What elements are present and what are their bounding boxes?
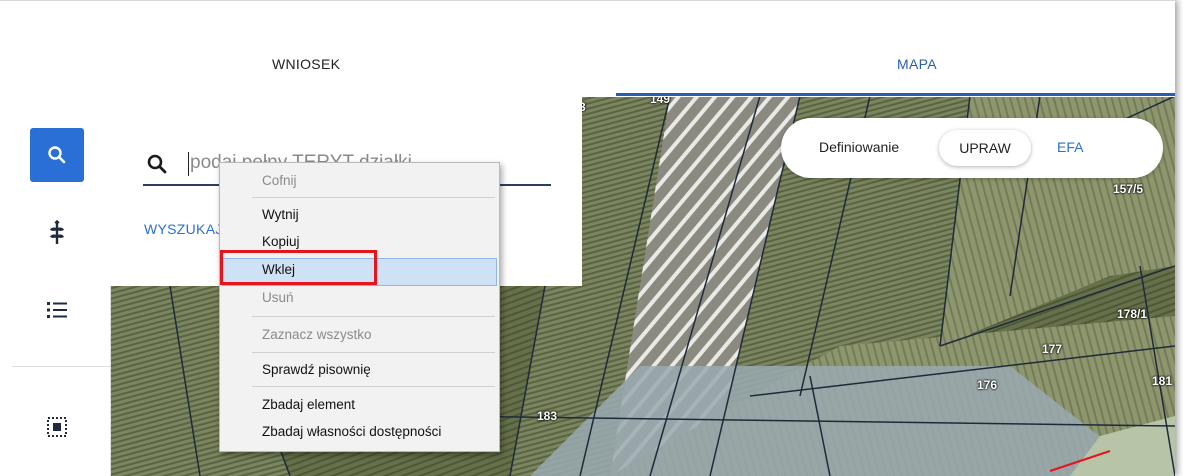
menu-item-inspect-accessibility[interactable]: Zbadaj własności dostępności — [262, 424, 441, 439]
definition-toggle: Definiowanie UPRAW EFA — [781, 118, 1163, 178]
crops-tool-button[interactable] — [30, 206, 84, 260]
menu-item-copy[interactable]: Kopiuj — [262, 234, 300, 249]
menu-separator — [252, 386, 495, 387]
highlight-annotation-box — [220, 250, 377, 285]
plot-label: 149 — [650, 96, 671, 106]
plant-icon — [50, 220, 64, 244]
active-tab-indicator — [616, 93, 1175, 96]
menu-item-delete[interactable]: Usuń — [262, 290, 294, 305]
search-tool-button[interactable] — [30, 128, 84, 182]
plot-label: 183 — [537, 409, 558, 423]
select-area-icon — [47, 417, 67, 437]
plot-label: 178/1 — [1117, 307, 1148, 321]
context-menu: Cofnij Wytnij Kopiuj Wklej Usuń Zaznacz … — [219, 162, 500, 452]
menu-item-cut[interactable]: Wytnij — [262, 207, 299, 222]
toolbar-divider — [12, 366, 110, 367]
toggle-option-label: UPRAW — [959, 140, 1011, 156]
menu-separator — [252, 197, 495, 198]
top-tab-bar: WNIOSEK MAPA — [0, 0, 1175, 97]
tab-mapa[interactable]: MAPA — [897, 56, 937, 72]
menu-item-inspect[interactable]: Zbadaj element — [262, 397, 355, 412]
plot-label: 157/5 — [1113, 182, 1144, 196]
menu-separator — [252, 316, 495, 317]
search-icon — [48, 146, 66, 164]
plot-label: 177 — [1042, 342, 1063, 356]
text-cursor — [188, 152, 189, 176]
plot-label: 176 — [977, 378, 998, 392]
menu-item-select-all[interactable]: Zaznacz wszystko — [262, 327, 372, 342]
list-tool-button[interactable] — [30, 283, 84, 337]
menu-item-undo[interactable]: Cofnij — [262, 173, 297, 188]
plot-label: 181 — [1152, 374, 1173, 388]
toggle-option-efa[interactable]: EFA — [1057, 139, 1083, 155]
menu-separator — [252, 352, 495, 353]
tab-wniosek[interactable]: WNIOSEK — [272, 56, 340, 72]
toggle-label: Definiowanie — [819, 139, 900, 155]
app-window: 149 157/5 178/1 177 176 181 183 3 WNIOSE… — [0, 0, 1175, 476]
search-button[interactable]: WYSZUKAJ — [144, 221, 223, 237]
select-area-button[interactable] — [30, 400, 84, 454]
search-icon — [147, 154, 167, 174]
toggle-option-upraw[interactable]: UPRAW — [939, 130, 1031, 166]
list-icon — [47, 302, 67, 318]
left-toolbar — [0, 96, 111, 476]
menu-item-spellcheck[interactable]: Sprawdź pisownię — [262, 362, 371, 377]
